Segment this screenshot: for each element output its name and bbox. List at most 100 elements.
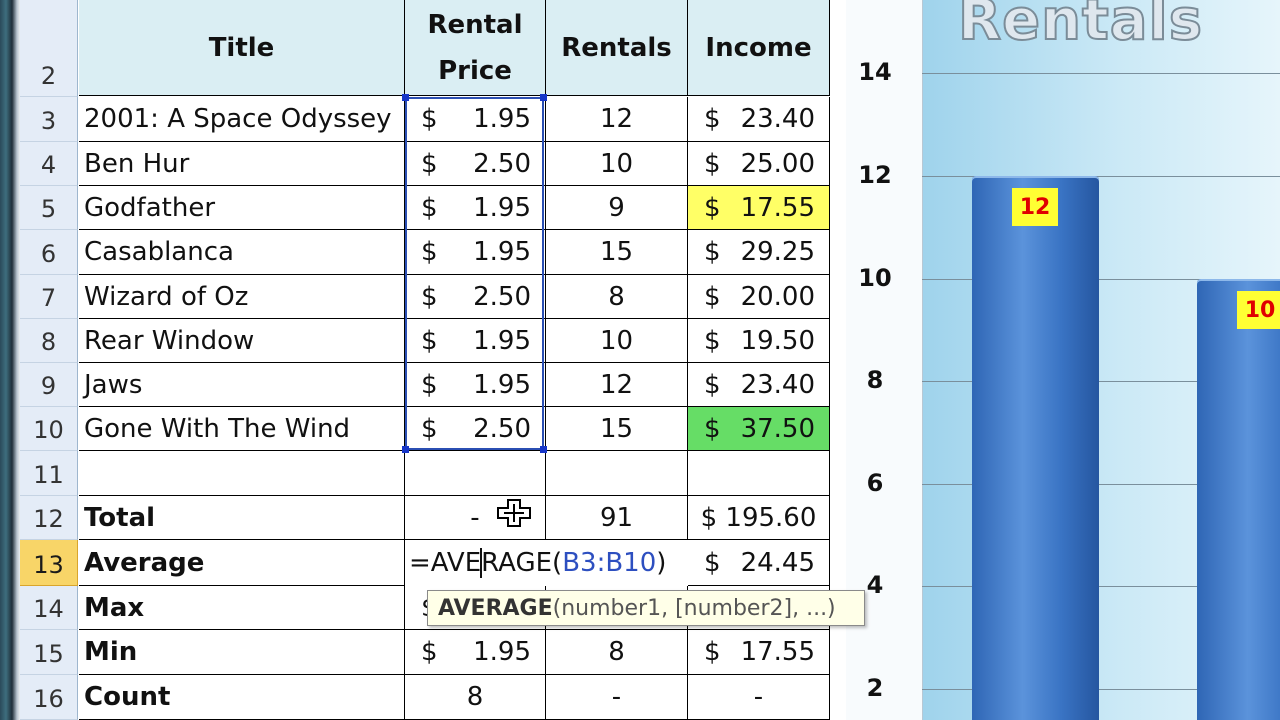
count-label[interactable]: Count (79, 675, 405, 720)
cell-income-row-5[interactable]: $17.55 (688, 186, 830, 230)
cell-price-row-6[interactable]: $1.95 (405, 230, 546, 275)
row-header-16[interactable]: 16 (20, 675, 78, 720)
total-income[interactable]: $ 195.60 (688, 496, 830, 540)
cell-price-row-4[interactable]: $2.50 (405, 142, 546, 186)
min-label[interactable]: Min (79, 630, 405, 675)
rental-price-value: 1.95 (473, 104, 531, 134)
total-rentals[interactable]: 91 (546, 496, 688, 540)
total-label-text: Total (84, 502, 156, 533)
cell-income-row-10[interactable]: $37.50 (688, 407, 830, 451)
formula-edit-cell[interactable]: =AVE RAGE(B3:B10) (405, 540, 688, 586)
currency-symbol: $ (704, 192, 721, 223)
cell-income-row-9[interactable]: $23.40 (688, 363, 830, 407)
cell-rentals-row-6[interactable]: 15 (546, 230, 688, 275)
cell-price-row-7[interactable]: $2.50 (405, 275, 546, 319)
header-rental-price[interactable]: Rental Price (405, 0, 546, 96)
row-header-4[interactable]: 4 (20, 142, 78, 186)
bar-0[interactable] (972, 176, 1099, 720)
cell-rentals-row-5[interactable]: 9 (546, 186, 688, 230)
cell-title-row-9[interactable]: Jaws (79, 363, 405, 407)
row-header-15[interactable]: 15 (20, 630, 78, 675)
row-header-14[interactable]: 14 (20, 586, 78, 630)
cell-title-row-4[interactable]: Ben Hur (79, 142, 405, 186)
cell-title-row-3[interactable]: 2001: A Space Odyssey (79, 97, 405, 142)
movie-title: Casablanca (84, 237, 234, 267)
cell-price-row-10[interactable]: $2.50 (405, 407, 546, 451)
header-rentals[interactable]: Rentals (546, 0, 688, 96)
income-value: 29.25 (740, 237, 815, 267)
row-header-7[interactable]: 7 (20, 275, 78, 319)
rentals-value: 10 (599, 148, 634, 179)
cell-rentals-row-8[interactable]: 10 (546, 319, 688, 363)
cell-price-row-5[interactable]: $1.95 (405, 186, 546, 230)
rentals-value: 8 (608, 281, 625, 312)
header-income[interactable]: Income (688, 0, 830, 96)
row-header-8[interactable]: 8 (20, 319, 78, 363)
row-header-13[interactable]: 13 (20, 540, 78, 586)
cell-income-row-3[interactable]: $23.40 (688, 97, 830, 142)
tooltip-function-name[interactable]: AVERAGE (438, 596, 553, 621)
min-label-text: Min (84, 637, 138, 667)
rental-price-value: 2.50 (473, 148, 531, 179)
max-label[interactable]: Max (79, 586, 405, 630)
average-income[interactable]: $ 24.45 (688, 540, 830, 586)
row-header-3[interactable]: 3 (20, 97, 78, 142)
total-label[interactable]: Total (79, 496, 405, 540)
cell-income-row-6[interactable]: $29.25 (688, 230, 830, 275)
row-header-5[interactable]: 5 (20, 186, 78, 230)
data-label[interactable]: 10 (1237, 291, 1280, 329)
currency-symbol: $ (421, 148, 438, 179)
count-price[interactable]: 8 (405, 675, 546, 720)
cell-title-row-8[interactable]: Rear Window (79, 319, 405, 363)
income-value: 17.55 (740, 192, 815, 223)
cell-title-row-10[interactable]: Gone With The Wind (79, 407, 405, 451)
min-price[interactable]: $ 1.95 (405, 630, 546, 675)
cell-rentals-row-9[interactable]: 12 (546, 363, 688, 407)
count-rentals[interactable]: - (546, 675, 688, 720)
cell-rentals-row-3[interactable]: 12 (546, 97, 688, 142)
cell-title-row-6[interactable]: Casablanca (79, 230, 405, 275)
currency-symbol: $ (704, 369, 721, 400)
header-title[interactable]: Title (79, 0, 405, 96)
row-header-9[interactable]: 9 (20, 363, 78, 407)
cell-price-row-8[interactable]: $1.95 (405, 319, 546, 363)
cell-price-row-9[interactable]: $1.95 (405, 363, 546, 407)
cell-title-row-7[interactable]: Wizard of Oz (79, 275, 405, 319)
income-value: 20.00 (740, 281, 815, 312)
cell-b11[interactable] (405, 451, 546, 496)
cell-income-row-7[interactable]: $20.00 (688, 275, 830, 319)
row-header-11[interactable]: 11 (20, 451, 78, 496)
rental-price-value: 1.95 (473, 237, 531, 267)
currency-symbol: $ (704, 281, 721, 312)
cell-rentals-row-7[interactable]: 8 (546, 275, 688, 319)
cell-income-row-4[interactable]: $25.00 (688, 142, 830, 186)
average-label[interactable]: Average (79, 540, 405, 586)
cell-d11[interactable] (688, 451, 830, 496)
chart-title[interactable]: Rentals (957, 0, 1203, 54)
bar-1[interactable] (1197, 279, 1280, 720)
cell-income-row-8[interactable]: $19.50 (688, 319, 830, 363)
row-header-2[interactable]: 2 (20, 0, 78, 97)
min-income-value: 17.55 (740, 637, 815, 667)
min-income[interactable]: $ 17.55 (688, 630, 830, 675)
data-label[interactable]: 12 (1012, 188, 1058, 226)
max-label-text: Max (84, 592, 145, 623)
movie-title: Gone With The Wind (84, 413, 351, 444)
currency-symbol: $ (704, 104, 721, 134)
count-income[interactable]: - (688, 675, 830, 720)
row-header-12[interactable]: 12 (20, 496, 78, 540)
cell-rentals-row-4[interactable]: 10 (546, 142, 688, 186)
cell-rentals-row-10[interactable]: 15 (546, 407, 688, 451)
y-tick-label: 10 (858, 264, 892, 292)
cell-c11[interactable] (546, 451, 688, 496)
header-title-text: Title (208, 32, 275, 63)
cell-price-row-3[interactable]: $1.95 (405, 97, 546, 142)
row-header-6[interactable]: 6 (20, 230, 78, 275)
function-tooltip[interactable]: AVERAGE (number1, [number2], ...) (427, 590, 865, 626)
movie-title: Rear Window (84, 325, 255, 356)
cell-title-row-5[interactable]: Godfather (79, 186, 405, 230)
cell-a11[interactable] (79, 451, 405, 496)
min-rentals[interactable]: 8 (546, 630, 688, 675)
row-header-10[interactable]: 10 (20, 407, 78, 451)
currency-symbol: $ (704, 413, 721, 444)
